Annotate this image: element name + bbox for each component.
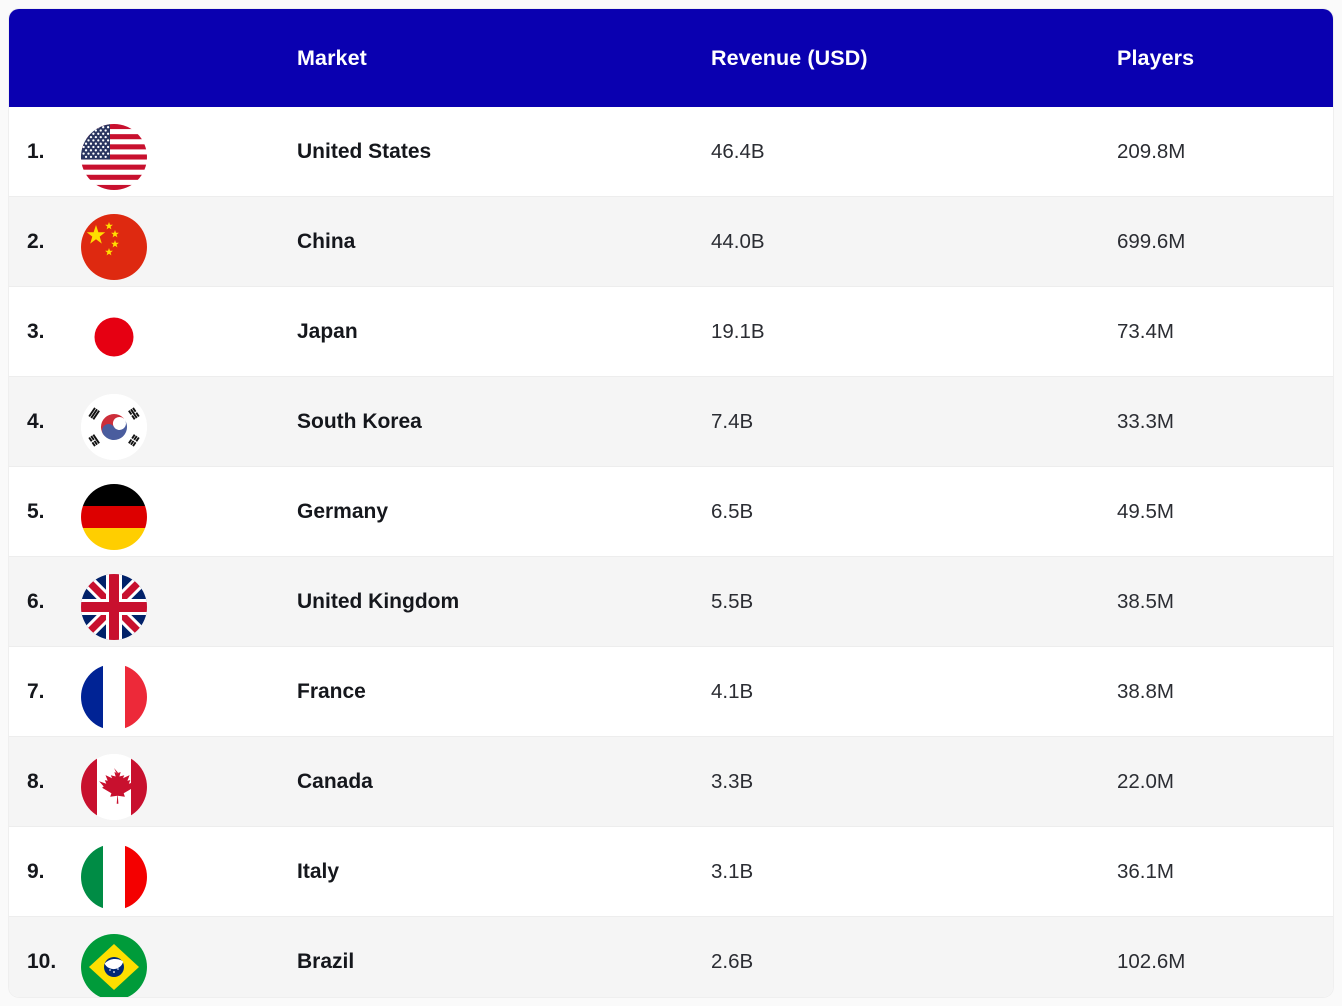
market-name-cell: France <box>297 680 366 703</box>
players-cell: 49.5M <box>1117 500 1174 523</box>
table-row[interactable]: 7. France 4.1B 38.8M <box>9 647 1333 737</box>
market-name-cell: Canada <box>297 770 373 793</box>
market-name-cell: China <box>297 230 356 253</box>
revenue-cell: 46.4B <box>711 140 765 163</box>
rank-cell: 1. <box>27 140 45 163</box>
rank-cell: 5. <box>27 500 45 523</box>
markets-table-card: Market Revenue (USD) Players 1. United S… <box>9 9 1333 997</box>
revenue-cell: 3.1B <box>711 860 754 883</box>
table-body: 1. United States 46.4B 209.8M 2. China 44.0B… <box>9 107 1333 997</box>
table-row[interactable]: 4. South Korea 7.4B 33.3M <box>9 377 1333 467</box>
market-name-cell: Germany <box>297 500 389 523</box>
market-name-cell: Brazil <box>297 950 355 973</box>
players-cell: 22.0M <box>1117 770 1174 793</box>
market-name-cell: United Kingdom <box>297 590 460 613</box>
rank-cell: 8. <box>27 770 45 793</box>
players-cell: 33.3M <box>1117 410 1174 433</box>
rank-cell: 9. <box>27 860 45 883</box>
flag-italy-icon <box>81 844 147 910</box>
flag-united-states-icon <box>81 124 147 190</box>
players-cell: 102.6M <box>1117 950 1186 973</box>
revenue-cell: 5.5B <box>711 590 754 613</box>
table-row[interactable]: 6. United Kingdom 5.5B 38.5M <box>9 557 1333 647</box>
players-cell: 36.1M <box>1117 860 1174 883</box>
rank-cell: 10. <box>27 950 57 973</box>
flag-brazil-icon <box>81 934 147 997</box>
flag-south-korea-icon <box>81 394 147 460</box>
revenue-cell: 19.1B <box>711 320 765 343</box>
flag-france-icon <box>81 664 147 730</box>
players-cell: 209.8M <box>1117 140 1186 163</box>
table-row[interactable]: 10. Brazil 2.6B 102.6M <box>9 917 1333 997</box>
table-row[interactable]: 5. Germany 6.5B 49.5M <box>9 467 1333 557</box>
market-name-cell: Japan <box>297 320 358 343</box>
revenue-cell: 7.4B <box>711 410 754 433</box>
revenue-cell: 6.5B <box>711 500 754 523</box>
table-row[interactable]: 9. Italy 3.1B 36.1M <box>9 827 1333 917</box>
rank-cell: 2. <box>27 230 45 253</box>
revenue-cell: 4.1B <box>711 680 754 703</box>
table-row[interactable]: 8. Canada 3.3B 22.0M <box>9 737 1333 827</box>
column-header-market[interactable]: Market <box>297 9 367 107</box>
players-cell: 38.8M <box>1117 680 1174 703</box>
flag-germany-icon <box>81 484 147 550</box>
rank-cell: 4. <box>27 410 45 433</box>
revenue-cell: 3.3B <box>711 770 754 793</box>
market-name-cell: Italy <box>297 860 340 883</box>
flag-united-kingdom-icon <box>81 574 147 640</box>
revenue-cell: 2.6B <box>711 950 754 973</box>
players-cell: 699.6M <box>1117 230 1186 253</box>
table-row[interactable]: 1. United States 46.4B 209.8M <box>9 107 1333 197</box>
players-cell: 73.4M <box>1117 320 1174 343</box>
flag-canada-icon <box>81 754 147 820</box>
flag-china-icon <box>81 214 147 280</box>
players-cell: 38.5M <box>1117 590 1174 613</box>
market-name-cell: United States <box>297 140 432 163</box>
column-header-revenue[interactable]: Revenue (USD) <box>711 9 868 107</box>
column-header-players[interactable]: Players <box>1117 9 1194 107</box>
table-row[interactable]: 2. China 44.0B 699.6M <box>9 197 1333 287</box>
market-name-cell: South Korea <box>297 410 422 433</box>
rank-cell: 7. <box>27 680 45 703</box>
flag-japan-icon <box>81 304 147 370</box>
rank-cell: 3. <box>27 320 45 343</box>
revenue-cell: 44.0B <box>711 230 765 253</box>
table-row[interactable]: 3. Japan 19.1B 73.4M <box>9 287 1333 377</box>
rank-cell: 6. <box>27 590 45 613</box>
table-header-row: Market Revenue (USD) Players <box>9 9 1333 107</box>
